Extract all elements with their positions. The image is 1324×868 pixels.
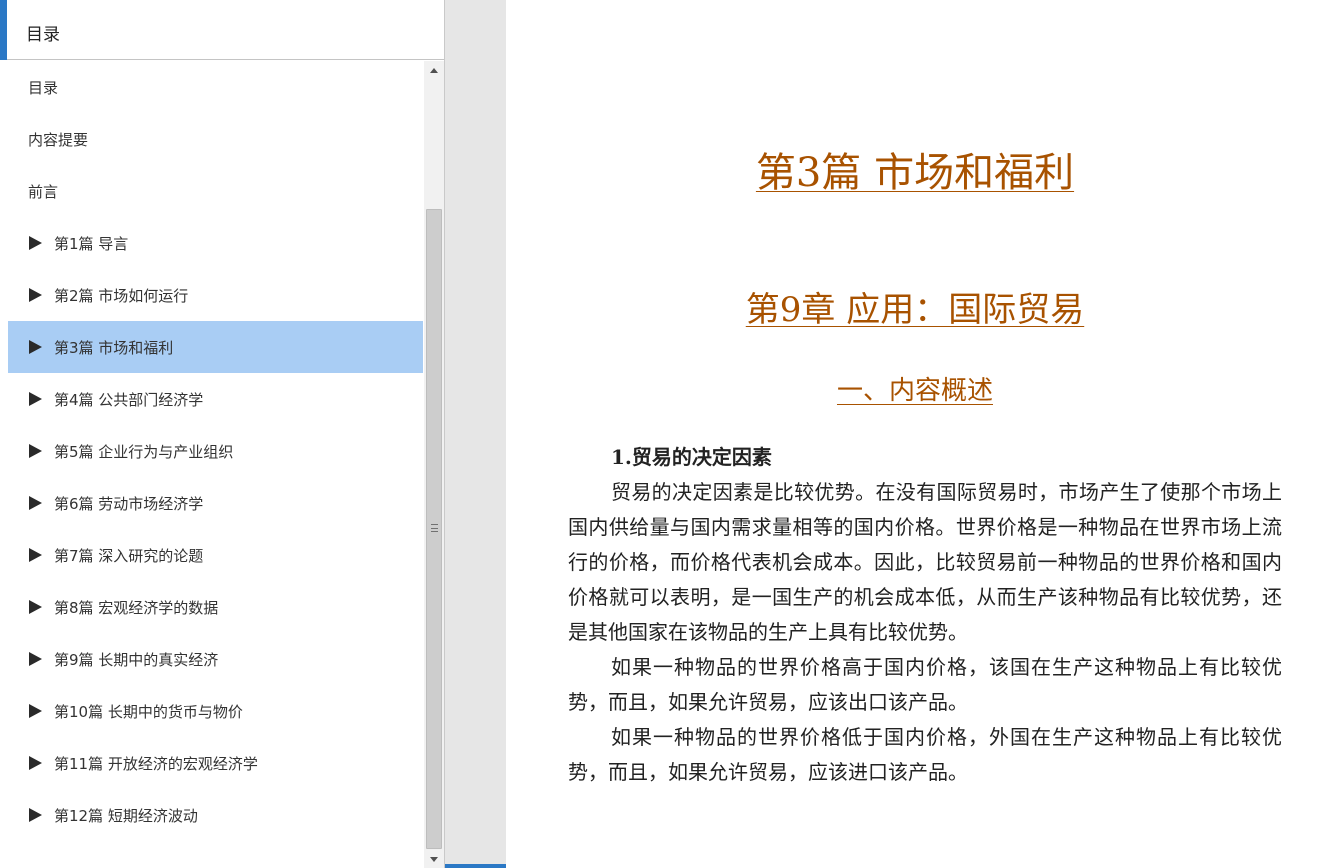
toc-item-label: 第11篇 开放经济的宏观经济学 — [54, 754, 258, 773]
toc-item-label: 第2篇 市场如何运行 — [54, 286, 189, 305]
toc-item-part-4[interactable]: 第4篇 公共部门经济学 — [8, 373, 423, 425]
toc-item-part-10[interactable]: 第10篇 长期中的货币与物价 — [8, 685, 423, 737]
expand-arrow-icon[interactable] — [29, 496, 42, 510]
book-page: 第3篇 市场和福利 第9章 应用：国际贸易 一、内容概述 1.贸易的决定因素 贸… — [506, 0, 1324, 868]
toc-item-part-8[interactable]: 第8篇 宏观经济学的数据 — [8, 581, 423, 633]
toc-item-part-1[interactable]: 第1篇 导言 — [8, 217, 423, 269]
paragraph: 贸易的决定因素是比较优势。在没有国际贸易时，市场产生了使那个市场上国内供给量与国… — [568, 480, 1282, 644]
toc-item-label: 第3篇 市场和福利 — [54, 338, 174, 357]
toc-item-label: 第7篇 深入研究的论题 — [54, 546, 204, 565]
page-gutter — [445, 0, 506, 868]
expand-arrow-icon[interactable] — [29, 236, 42, 250]
expand-arrow-icon[interactable] — [29, 392, 42, 406]
toc-item-label: 第8篇 宏观经济学的数据 — [54, 598, 219, 617]
toc-item-label: 第6篇 劳动市场经济学 — [54, 494, 204, 513]
toc-item-label: 第10篇 长期中的货币与物价 — [54, 702, 243, 721]
toc-item-contents[interactable]: 目录 — [8, 61, 423, 113]
scrollbar-thumb[interactable] — [426, 209, 442, 849]
part-title-text: 第3篇 市场和福利 — [755, 150, 1075, 196]
body-text: 1.贸易的决定因素 贸易的决定因素是比较优势。在没有国际贸易时，市场产生了使那个… — [568, 440, 1282, 790]
toc-item-label: 第4篇 公共部门经济学 — [54, 390, 204, 409]
toc-item-label: 内容提要 — [28, 130, 89, 149]
toc-item-label: 第9篇 长期中的真实经济 — [54, 650, 219, 669]
chapter-title[interactable]: 第9章 应用：国际贸易 — [506, 282, 1324, 331]
sidebar-header: 目录 — [0, 0, 444, 60]
toc-item-preface[interactable]: 前言 — [8, 165, 423, 217]
toc-item-part-12[interactable]: 第12篇 短期经济波动 — [8, 789, 423, 841]
toc-item-summary[interactable]: 内容提要 — [8, 113, 423, 165]
scroll-down-arrow-icon[interactable] — [424, 850, 444, 868]
toc-item-label: 第12篇 短期经济波动 — [54, 806, 198, 825]
expand-arrow-icon[interactable] — [29, 600, 42, 614]
toc-list: 目录 内容提要 前言 第1篇 导言 第2篇 市场如何运行 第3篇 市场和福利 第… — [8, 61, 423, 868]
part-title[interactable]: 第3篇 市场和福利 — [506, 140, 1324, 198]
section-title-text: 一、内容概述 — [836, 376, 993, 406]
toc-item-label: 目录 — [28, 78, 59, 97]
grip-icon — [431, 524, 438, 532]
scroll-up-arrow-icon[interactable] — [424, 61, 444, 79]
toc-item-part-2[interactable]: 第2篇 市场如何运行 — [8, 269, 423, 321]
toc-scrollbar[interactable] — [424, 61, 444, 868]
toc-item-part-6[interactable]: 第6篇 劳动市场经济学 — [8, 477, 423, 529]
toc-item-part-11[interactable]: 第11篇 开放经济的宏观经济学 — [8, 737, 423, 789]
toc-item-label: 第1篇 导言 — [54, 234, 129, 253]
subheading: 1.贸易的决定因素 — [611, 445, 772, 469]
toc-item-part-7[interactable]: 第7篇 深入研究的论题 — [8, 529, 423, 581]
expand-arrow-icon[interactable] — [29, 548, 42, 562]
expand-arrow-icon[interactable] — [29, 704, 42, 718]
chapter-title-text: 第9章 应用：国际贸易 — [745, 290, 1085, 330]
toc-sidebar: 目录 目录 内容提要 前言 第1篇 导言 第2篇 市场如何运行 第3篇 市场和福… — [0, 0, 445, 868]
sidebar-title: 目录 — [26, 25, 60, 45]
expand-arrow-icon[interactable] — [29, 652, 42, 666]
section-title[interactable]: 一、内容概述 — [506, 370, 1324, 407]
toc-item-part-3[interactable]: 第3篇 市场和福利 — [8, 321, 423, 373]
paragraph: 如果一种物品的世界价格低于国内价格，外国在生产这种物品上有比较优势，而且，如果允… — [568, 725, 1282, 784]
expand-arrow-icon[interactable] — [29, 444, 42, 458]
paragraph: 如果一种物品的世界价格高于国内价格，该国在生产这种物品上有比较优势，而且，如果允… — [568, 655, 1282, 714]
toc-item-label: 前言 — [28, 182, 59, 201]
toc-item-part-5[interactable]: 第5篇 企业行为与产业组织 — [8, 425, 423, 477]
expand-arrow-icon[interactable] — [29, 288, 42, 302]
expand-arrow-icon[interactable] — [29, 756, 42, 770]
expand-arrow-icon[interactable] — [29, 808, 42, 822]
toc-item-label: 第5篇 企业行为与产业组织 — [54, 442, 234, 461]
sidebar-accent-bar — [0, 0, 7, 60]
toc-item-part-9[interactable]: 第9篇 长期中的真实经济 — [8, 633, 423, 685]
expand-arrow-icon[interactable] — [29, 340, 42, 354]
